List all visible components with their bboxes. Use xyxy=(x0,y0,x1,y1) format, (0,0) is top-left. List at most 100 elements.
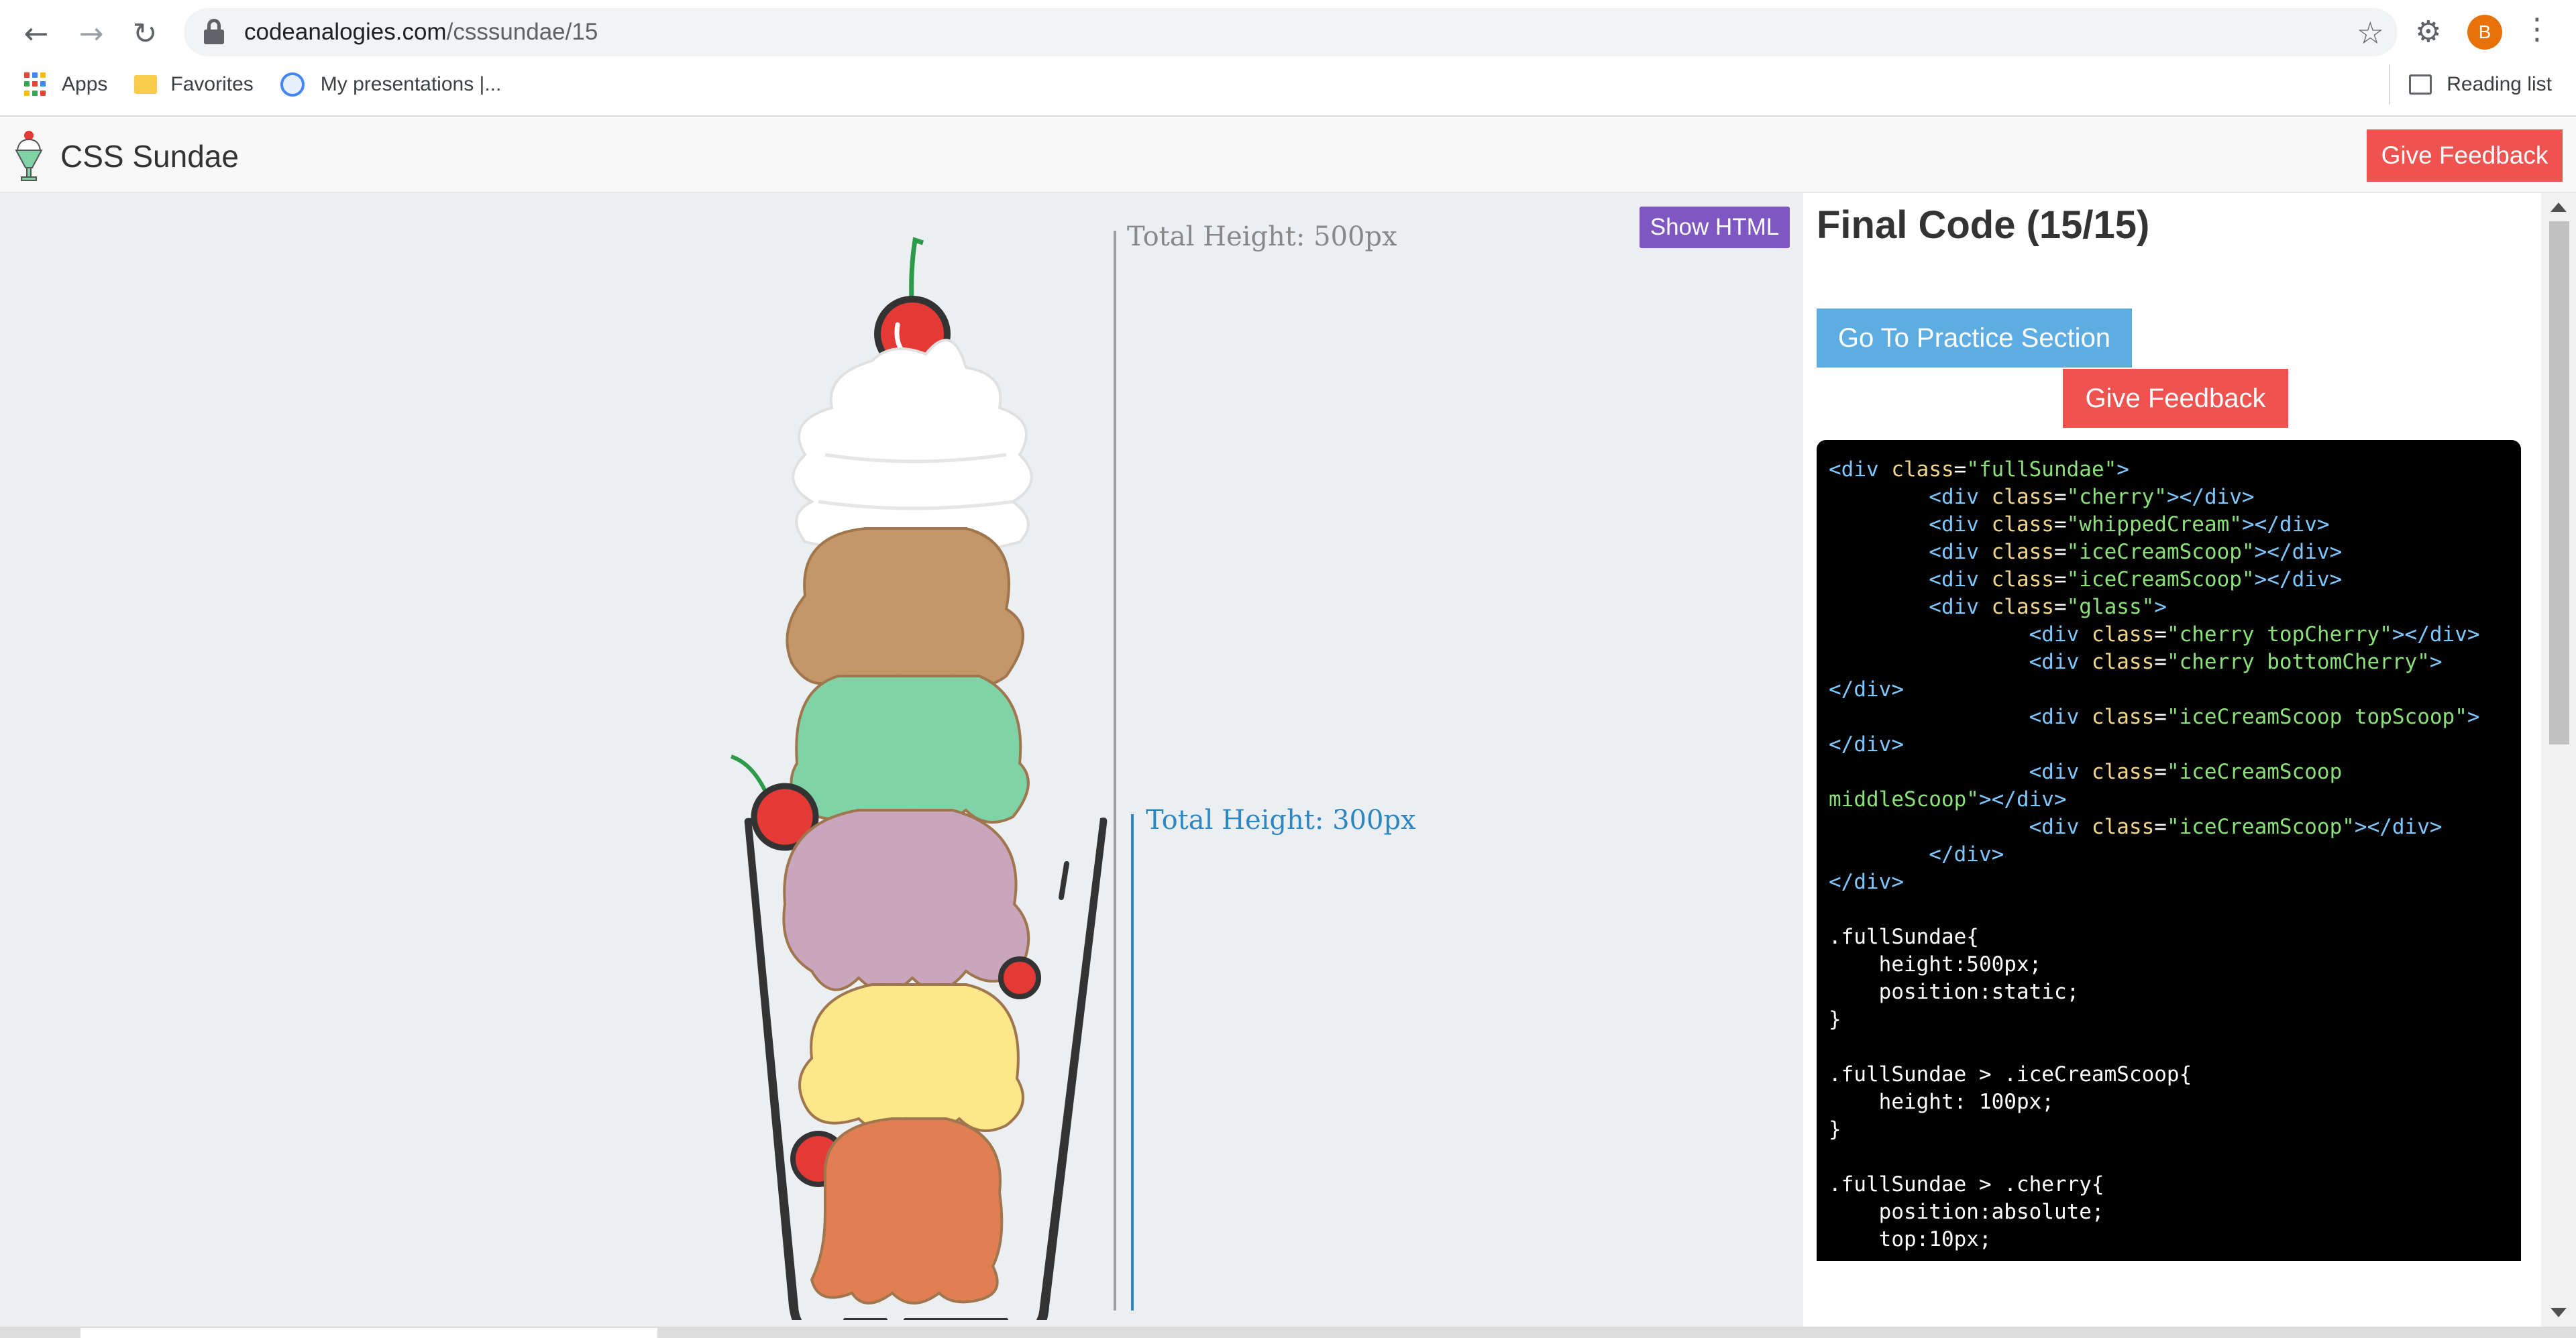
code-token: "cherry" xyxy=(2066,485,2167,509)
apps-grid-icon xyxy=(24,72,48,97)
code-token: height: 100px; xyxy=(1829,1090,2054,1114)
show-html-button[interactable]: Show HTML xyxy=(1640,207,1790,248)
code-token: </div> xyxy=(1829,677,1904,702)
code-line: .fullSundae{ xyxy=(1829,924,2509,951)
whipped-cream xyxy=(792,339,1033,557)
code-token: = xyxy=(2154,622,2167,647)
profile-avatar[interactable]: B xyxy=(2467,15,2502,50)
back-arrow-icon[interactable]: ← xyxy=(15,12,58,55)
extensions-puzzle-icon[interactable]: ⚙ xyxy=(2415,15,2450,50)
code-line: position:static; xyxy=(1829,979,2509,1006)
code-token: <div xyxy=(1829,485,1992,509)
code-token: top:10px; xyxy=(1829,1227,1992,1251)
code-token: ></div> xyxy=(2241,512,2330,537)
code-line: <div class="iceCreamScoop"></div> xyxy=(1829,566,2509,594)
globe-icon xyxy=(280,72,305,97)
code-token: </div> xyxy=(1829,732,1904,757)
header-give-feedback-button[interactable]: Give Feedback xyxy=(2367,129,2563,182)
code-token: class xyxy=(2091,622,2155,647)
horizontal-scrollbar[interactable] xyxy=(0,1327,2576,1338)
code-token: class xyxy=(1991,595,2054,619)
bookmark-apps[interactable]: Apps xyxy=(24,72,107,97)
go-to-practice-button[interactable]: Go To Practice Section xyxy=(1817,309,2132,368)
bookmarks-bar: Apps Favorites My presentations |... Rea… xyxy=(0,64,2576,105)
code-token: > xyxy=(2154,595,2167,619)
code-token: <div xyxy=(1829,595,1992,619)
yellow-scoop xyxy=(798,983,1024,1133)
code-token: "fullSundae" xyxy=(1966,457,2117,482)
code-token: "iceCreamScoop topScoop" xyxy=(2166,705,2467,729)
code-line: position:absolute; xyxy=(1829,1198,2509,1226)
horizontal-scrollbar-thumb[interactable] xyxy=(80,1328,657,1338)
scroll-down-icon[interactable] xyxy=(2551,1308,2567,1317)
code-block[interactable]: <div class="fullSundae"> <div class="che… xyxy=(1817,440,2521,1261)
code-token: = xyxy=(2053,540,2067,564)
code-line: </div> xyxy=(1829,676,2509,704)
code-token: = xyxy=(2053,567,2067,592)
vertical-scrollbar[interactable] xyxy=(2541,193,2576,1327)
code-line: } xyxy=(1829,1116,2509,1144)
bookmark-star-icon[interactable]: ☆ xyxy=(2357,15,2384,51)
scrollbar-thumb[interactable] xyxy=(2549,221,2569,744)
folder-icon xyxy=(134,75,158,94)
url-domain: codeanalogies.com xyxy=(244,19,447,45)
code-token: <div xyxy=(1829,650,2092,674)
code-line: <div class="iceCreamScoop topScoop"> xyxy=(1829,704,2509,731)
sundae-logo-icon[interactable] xyxy=(12,127,46,184)
code-line: } xyxy=(1829,1006,2509,1034)
code-token: = xyxy=(2154,815,2167,839)
bookmark-presentations[interactable]: My presentations |... xyxy=(280,72,502,97)
code-token: "whippedCream" xyxy=(2066,512,2242,537)
url-path: /csssundae/15 xyxy=(446,19,598,45)
code-line: <div class="iceCreamScoop xyxy=(1829,759,2509,786)
forward-arrow-icon[interactable]: → xyxy=(70,12,113,55)
code-token: = xyxy=(2154,705,2167,729)
browser-menu-icon[interactable]: ⋮ xyxy=(2522,12,2552,46)
code-token: <div xyxy=(1829,760,2092,784)
address-bar[interactable]: codeanalogies.com/csssundae/15 ☆ xyxy=(184,8,2398,56)
sundae-illustration xyxy=(730,237,1108,1320)
browser-chrome: ← → ↻ codeanalogies.com/csssundae/15 ☆ ⚙… xyxy=(0,0,2576,117)
code-line: <div class="glass"> xyxy=(1829,594,2509,621)
code-line: <div class="fullSundae"> xyxy=(1829,456,2509,484)
code-line: height: 100px; xyxy=(1829,1089,2509,1116)
code-token: <div xyxy=(1829,567,1992,592)
code-token: "cherry bottomCherry" xyxy=(2166,650,2430,674)
code-token: = xyxy=(2053,485,2067,509)
reading-list-label: Reading list xyxy=(2447,73,2552,95)
code-token: position:static; xyxy=(1829,980,2080,1004)
code-token: .fullSundae > .iceCreamScoop{ xyxy=(1829,1062,2192,1086)
code-token: ></div> xyxy=(2254,567,2343,592)
bookmark-favorites[interactable]: Favorites xyxy=(134,73,254,96)
code-token: .fullSundae > .cherry{ xyxy=(1829,1172,2104,1196)
site-brand[interactable]: CSS Sundae xyxy=(60,138,239,174)
code-line: <div class="cherry topCherry"></div> xyxy=(1829,621,2509,649)
bookmark-label: My presentations |... xyxy=(320,73,502,95)
code-token: </div> xyxy=(1829,842,2004,867)
purple-scoop xyxy=(782,809,1030,993)
code-line: <div class="whippedCream"></div> xyxy=(1829,511,2509,539)
code-token: "cherry topCherry" xyxy=(2166,622,2392,647)
code-token: class xyxy=(1991,485,2054,509)
code-token: class xyxy=(1991,540,2054,564)
code-token: class xyxy=(1891,457,1954,482)
inner-height-measure-line xyxy=(1131,814,1134,1311)
panel-give-feedback-button[interactable]: Give Feedback xyxy=(2063,369,2288,428)
bookmark-label: Apps xyxy=(62,73,108,95)
code-token: "iceCreamScoop xyxy=(2166,760,2343,784)
code-line: middleScoop"></div> xyxy=(1829,786,2509,814)
side-cherry-right xyxy=(998,956,1041,999)
scroll-up-icon[interactable] xyxy=(2551,203,2567,212)
reading-list-button[interactable]: Reading list xyxy=(2389,64,2552,105)
code-token: "iceCreamScoop" xyxy=(2166,815,2355,839)
code-token: class xyxy=(1991,567,2054,592)
code-token: <div xyxy=(1829,622,2092,647)
code-token: > xyxy=(2429,650,2443,674)
url-text[interactable]: codeanalogies.com/csssundae/15 xyxy=(244,19,598,46)
lock-icon xyxy=(203,19,225,46)
reload-icon[interactable]: ↻ xyxy=(123,12,166,55)
code-token: ></div> xyxy=(1978,787,2067,812)
